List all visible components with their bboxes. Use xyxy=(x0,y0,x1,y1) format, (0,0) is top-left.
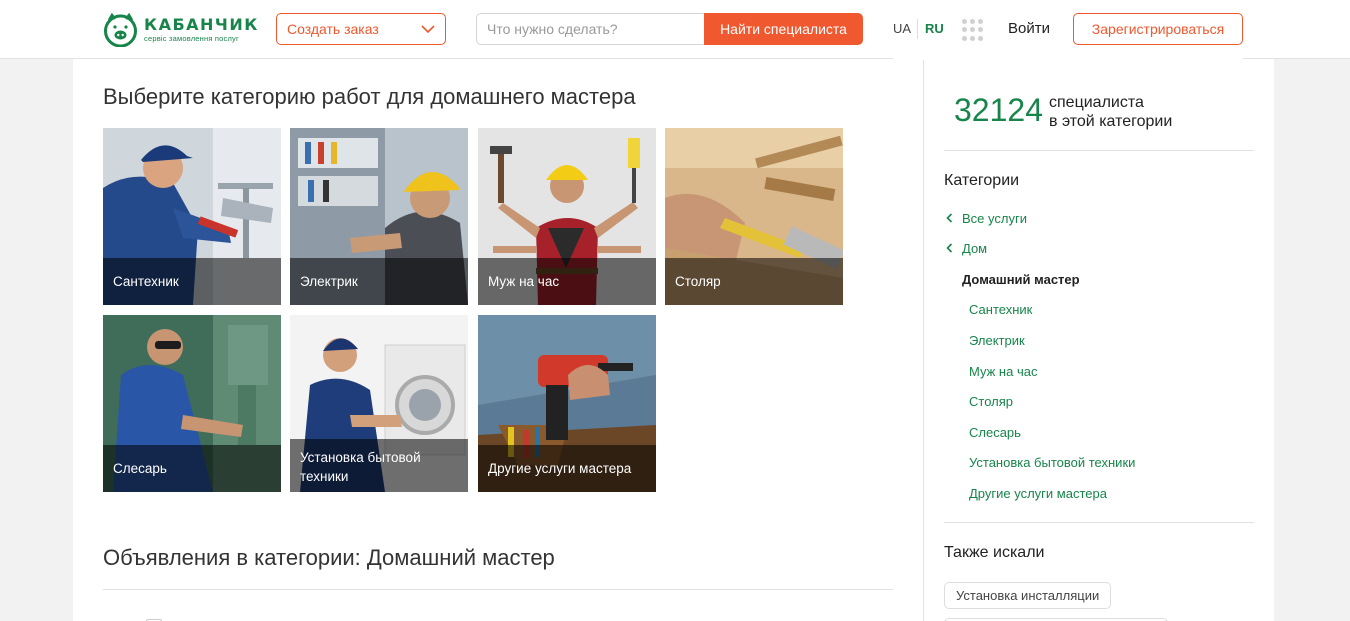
category-tile-locksmith[interactable]: Слесарь xyxy=(103,315,281,492)
chevron-left-icon xyxy=(946,213,953,223)
sidebar-item-carpenter[interactable]: Столяр xyxy=(969,394,1013,409)
category-label: Слесарь xyxy=(103,445,281,492)
also-searched-heading: Также искали xyxy=(944,544,1045,561)
sidebar-item-appliance-installation[interactable]: Установка бытовой техники xyxy=(969,455,1135,470)
logo-tagline: сервіс замовлення послуг xyxy=(144,34,239,43)
ads-section-title: Объявления в категории: Домашний мастер xyxy=(103,545,555,570)
chevron-left-icon xyxy=(946,243,953,253)
category-label: Электрик xyxy=(290,258,468,305)
category-label: Установка бытовой техники xyxy=(290,439,468,492)
category-label: Муж на час xyxy=(478,258,656,305)
ads-divider xyxy=(103,589,893,590)
search-input[interactable] xyxy=(476,13,708,45)
category-tile-other-services[interactable]: Другие услуги мастера xyxy=(478,315,656,492)
category-tile-plumber[interactable]: Сантехник xyxy=(103,128,281,305)
apps-grid-icon[interactable] xyxy=(962,19,984,41)
site-header: КАБАНЧИК сервіс замовлення послуг Создат… xyxy=(0,0,1350,59)
category-tile-carpenter[interactable]: Столяр xyxy=(665,128,843,305)
categories-title: Выберите категорию работ для домашнего м… xyxy=(103,84,636,109)
category-label: Столяр xyxy=(665,258,843,305)
category-label: Сантехник xyxy=(103,258,281,305)
sidebar-divider xyxy=(944,522,1254,523)
chevron-down-icon xyxy=(421,25,435,33)
lang-ru-link[interactable]: RU xyxy=(925,21,944,36)
sidebar-item-home[interactable]: Дом xyxy=(962,241,987,256)
sidebar-current-category: Домашний мастер xyxy=(962,272,1080,287)
logo[interactable]: КАБАНЧИК сервіс замовлення послуг xyxy=(103,12,257,48)
sidebar-item-other-services[interactable]: Другие услуги мастера xyxy=(969,486,1107,501)
lang-divider xyxy=(917,19,918,39)
login-link[interactable]: Войти xyxy=(1008,20,1050,37)
register-button[interactable]: Зарегистрироваться xyxy=(1073,13,1243,45)
create-order-label: Создать заказ xyxy=(287,21,379,37)
specialists-count-label: специалиста в этой категории xyxy=(1049,94,1173,130)
sidebar-item-handyman[interactable]: Муж на час xyxy=(969,364,1037,379)
find-specialist-button[interactable]: Найти специалиста xyxy=(704,13,863,45)
lang-ua-link[interactable]: UA xyxy=(893,21,911,36)
logo-name: КАБАНЧИК xyxy=(144,15,259,34)
categories-heading: Категории xyxy=(944,172,1020,189)
category-tile-electrician[interactable]: Электрик xyxy=(290,128,468,305)
sidebar-divider xyxy=(944,150,1254,151)
category-label: Другие услуги мастера xyxy=(478,445,656,492)
logo-pig-icon xyxy=(103,12,138,48)
category-tile-handyman[interactable]: Муж на час xyxy=(478,128,656,305)
category-tile-appliance-installation[interactable]: Установка бытовой техники xyxy=(290,315,468,492)
sidebar-item-locksmith[interactable]: Слесарь xyxy=(969,425,1021,440)
sidebar-item-plumber[interactable]: Сантехник xyxy=(969,302,1032,317)
sidebar-item-electrician[interactable]: Электрик xyxy=(969,333,1025,348)
sidebar-item-all-services[interactable]: Все услуги xyxy=(962,211,1027,226)
create-order-dropdown[interactable]: Создать заказ xyxy=(276,13,446,45)
specialists-count: 32124 xyxy=(954,92,1043,128)
also-searched-tag[interactable]: Установка инсталляции xyxy=(944,582,1112,609)
